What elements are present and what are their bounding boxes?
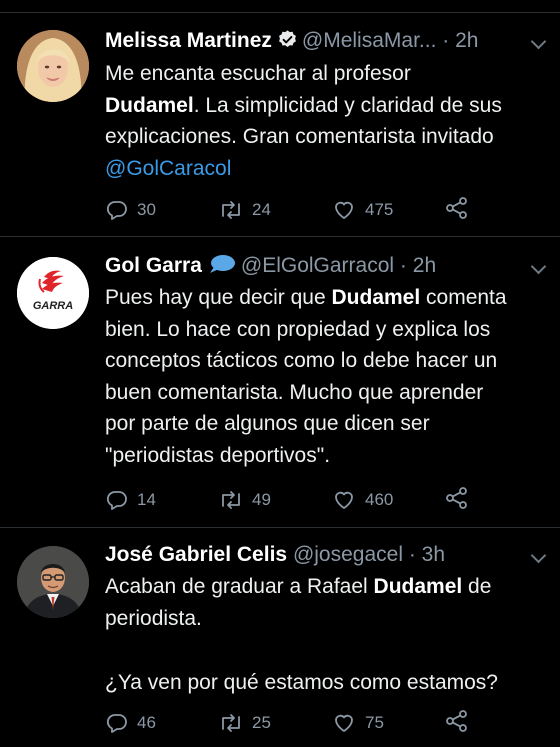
like-button[interactable]: 75 — [331, 709, 384, 737]
text-line: ¿Ya ven por qué estamos como estamos? — [105, 670, 498, 694]
share-button[interactable] — [444, 709, 478, 733]
timestamp[interactable]: 2h — [413, 254, 436, 277]
reply-icon — [106, 201, 127, 220]
share-icon — [446, 710, 467, 732]
avatar-photo — [17, 546, 89, 618]
text-line: bien. Lo hace con propiedad y explica lo… — [105, 317, 491, 341]
tweet-melissa[interactable]: Melissa Martinez @MelisaMar... · 2h Me en… — [0, 26, 560, 237]
text-line: periodista. — [105, 606, 202, 630]
retweet-count: 49 — [252, 490, 271, 509]
like-button[interactable]: 475 — [331, 196, 393, 224]
like-count: 460 — [365, 490, 394, 509]
text-line: @GolCaracol — [105, 153, 545, 185]
display-name[interactable]: Melissa Martinez — [105, 29, 272, 52]
reply-count: 14 — [137, 490, 156, 509]
tweet-header: José Gabriel Celis @josegacel · 3h — [105, 540, 445, 570]
retweet-icon — [222, 491, 240, 509]
text-line: explicaciones. Gran comentarista invitad… — [105, 125, 494, 148]
tweet-jose-gabriel[interactable]: José Gabriel Celis @josegacel · 3h Acaba… — [0, 540, 560, 747]
handle[interactable]: @josegacel — [293, 543, 403, 566]
display-name[interactable]: Gol Garra — [105, 254, 202, 277]
like-count: 75 — [365, 713, 384, 732]
share-icon — [446, 197, 467, 219]
bold-keyword: Dudamel — [331, 286, 421, 309]
retweet-count: 25 — [252, 713, 271, 732]
like-button[interactable]: 460 — [331, 486, 393, 514]
retweet-button[interactable]: 49 — [218, 486, 271, 514]
separator-dot: · — [399, 254, 407, 277]
timeline: Melissa Martinez @MelisaMar... · 2h Me en… — [0, 0, 560, 747]
verified-badge-icon — [277, 29, 298, 59]
reply-button[interactable]: 46 — [105, 709, 156, 737]
timestamp[interactable]: 3h — [422, 543, 445, 566]
retweet-button[interactable]: 25 — [218, 709, 271, 737]
chevron-down-icon[interactable] — [530, 258, 547, 275]
reply-icon — [106, 491, 127, 510]
text-line: Acaban de graduar a Rafael Dudamel de — [105, 575, 492, 598]
bold-keyword: Dudamel — [105, 93, 194, 117]
tweet-text: Pues hay que decir que Dudamel comenta b… — [105, 282, 545, 471]
tweet-actions: 30 24 475 — [105, 196, 545, 224]
top-divider — [0, 12, 560, 13]
text-line: Pues hay que decir que Dudamel comenta — [105, 286, 507, 309]
avatar[interactable]: GARRA — [17, 257, 89, 329]
handle[interactable]: @MelisaMar... — [302, 29, 437, 52]
reply-count: 30 — [137, 200, 156, 219]
avatar[interactable] — [17, 30, 89, 102]
chevron-down-icon[interactable] — [530, 547, 547, 564]
tweet-text: Me encanta escuchar al profesor Dudamel.… — [105, 58, 545, 184]
display-name[interactable]: José Gabriel Celis — [105, 543, 287, 566]
text-line: buen comentarista. Mucho que aprender — [105, 380, 484, 404]
reply-icon — [106, 714, 127, 733]
mention-link[interactable]: @GolCaracol — [105, 157, 231, 180]
share-icon — [446, 487, 467, 509]
chevron-down-icon[interactable] — [530, 33, 547, 50]
retweet-icon — [222, 714, 240, 732]
tweet-text: Acaban de graduar a Rafael Dudamel de pe… — [105, 571, 545, 698]
tweet-header: Melissa Martinez @MelisaMar... · 2h — [105, 26, 478, 59]
text-line: Me encanta escuchar al profesor — [105, 62, 411, 85]
text-line: Dudamel. La simplicidad y claridad de su… — [105, 93, 502, 117]
heart-icon — [335, 201, 353, 219]
heart-icon — [335, 491, 353, 509]
garra-logo-icon: GARRA — [17, 257, 89, 329]
bold-keyword: Dudamel — [373, 575, 463, 598]
like-count: 475 — [365, 200, 394, 219]
text-line: conceptos tácticos como lo debe hacer un — [105, 349, 498, 372]
tweet-divider — [0, 236, 560, 237]
tweet-actions: 14 49 460 — [105, 486, 545, 514]
text-line: "periodistas deportivos". — [105, 443, 331, 467]
share-button[interactable] — [444, 196, 478, 220]
avatar[interactable] — [17, 546, 89, 618]
avatar-photo — [17, 30, 89, 102]
reply-button[interactable]: 30 — [105, 196, 156, 224]
tweet-gol-garra[interactable]: GARRA Gol Garra @ElGolGarracol · 2h Pues … — [0, 251, 560, 528]
retweet-button[interactable]: 24 — [218, 196, 271, 224]
timestamp[interactable]: 2h — [455, 29, 478, 52]
text-line — [105, 634, 545, 666]
tweet-actions: 46 25 75 — [105, 709, 545, 737]
retweet-count: 24 — [252, 200, 271, 219]
tweet-header: Gol Garra @ElGolGarracol · 2h — [105, 251, 436, 284]
retweet-icon — [222, 201, 240, 219]
handle[interactable]: @ElGolGarracol — [241, 254, 394, 277]
text-line: por parte de algunos que dicen ser — [105, 412, 430, 435]
reply-button[interactable]: 14 — [105, 486, 156, 514]
speech-bubble-icon — [207, 253, 237, 284]
share-button[interactable] — [444, 486, 478, 510]
heart-icon — [335, 714, 353, 732]
logo-wordmark: GARRA — [33, 300, 73, 312]
tweet-divider — [0, 527, 560, 528]
reply-count: 46 — [137, 713, 156, 732]
separator-dot: · — [408, 543, 416, 566]
